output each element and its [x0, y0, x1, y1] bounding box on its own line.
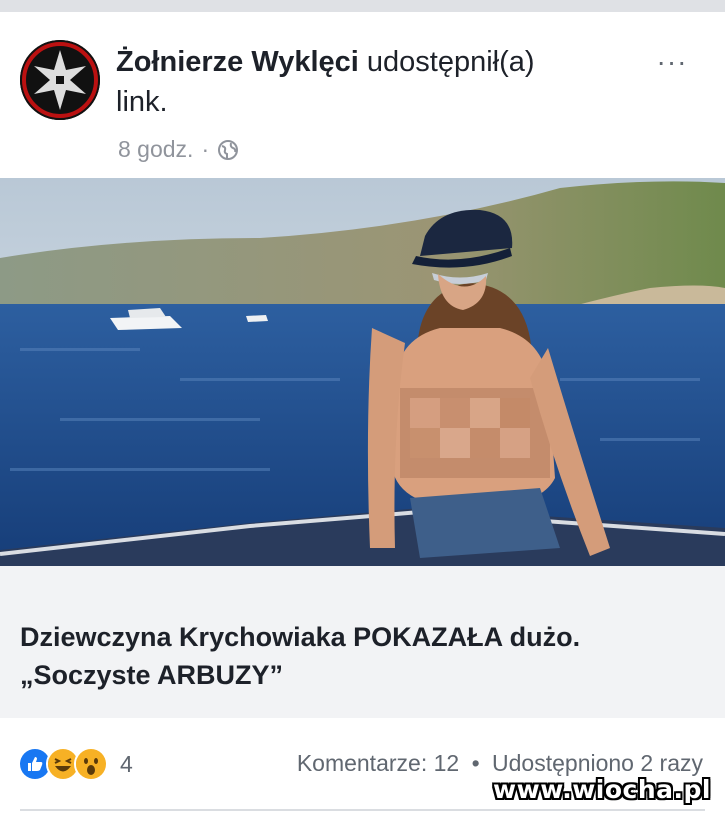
reaction-count: 4: [120, 750, 133, 777]
post-meta: 8 godz. ·: [118, 136, 239, 163]
link-title-line1: Dziewczyna Krychowiaka POKAZAŁA dużo.: [20, 622, 581, 652]
meta-separator: ·: [201, 136, 210, 162]
shared-photo[interactable]: [0, 178, 725, 566]
globe-icon[interactable]: [217, 139, 239, 161]
photo-scene: [0, 178, 725, 566]
avatar-emblem: [20, 40, 100, 120]
page-avatar[interactable]: [20, 40, 100, 120]
link-title-line2: „Soczyste ARBUZY”: [20, 660, 284, 690]
shares-count[interactable]: Udostępniono 2 razy: [492, 750, 703, 776]
more-options-button[interactable]: ···: [650, 48, 694, 76]
stats-separator: •: [471, 750, 480, 776]
author-name[interactable]: Żołnierze Wyklęci: [116, 46, 359, 78]
top-divider: [0, 0, 725, 12]
post-time[interactable]: 8 godz.: [118, 136, 193, 163]
comments-count[interactable]: Komentarze: 12: [297, 750, 459, 776]
post-action: udostępnił(a): [366, 46, 535, 78]
wow-icon: [74, 747, 108, 781]
post-card: Żołnierze Wyklęci udostępnił(a) link. 8 …: [0, 12, 725, 815]
link-preview[interactable]: Dziewczyna Krychowiaka POKAZAŁA dużo. „S…: [0, 600, 725, 718]
reactions-summary[interactable]: 4: [18, 747, 133, 781]
action-divider: [20, 809, 705, 811]
engagement-stats: Komentarze: 12 • Udostępniono 2 razy: [297, 750, 703, 777]
link-title[interactable]: Dziewczyna Krychowiaka POKAZAŁA dużo. „S…: [20, 618, 710, 694]
post-action-line2: link.: [116, 86, 168, 118]
post-header-text: Żołnierze Wyklęci udostępnił(a) link.: [116, 42, 636, 122]
caption-spacer: [0, 566, 725, 600]
watermark: www.wiocha.pl: [493, 775, 711, 804]
